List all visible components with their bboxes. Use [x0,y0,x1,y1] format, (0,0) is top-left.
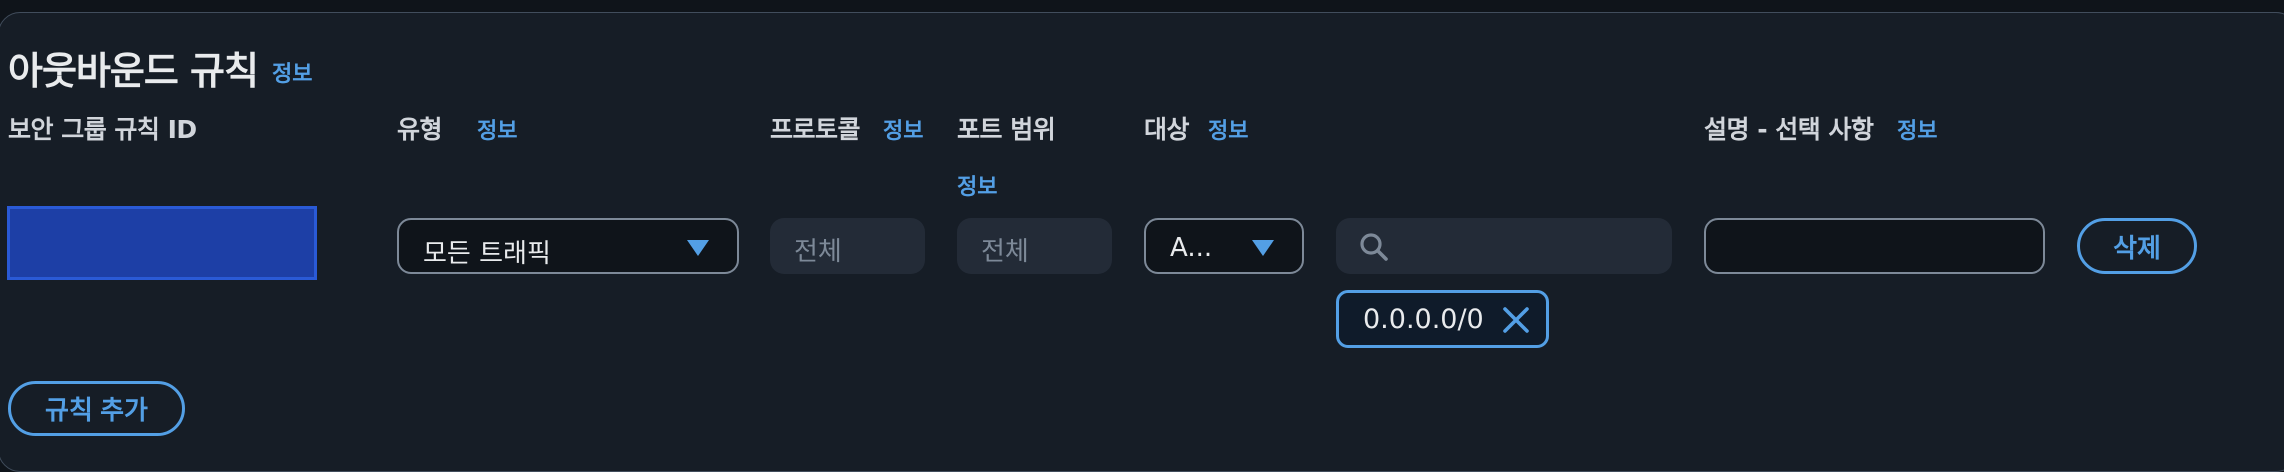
caret-down-icon [1252,240,1274,256]
description-info-link[interactable]: 정보 [1897,113,1937,145]
delete-rule-button[interactable]: 삭제 [2077,218,2197,274]
search-icon [1360,233,1388,261]
add-rule-button[interactable]: 규칙 추가 [8,381,185,436]
port-range-info-link[interactable]: 정보 [957,169,997,201]
description-input[interactable] [1704,218,2045,274]
protocol-value: 전체 [794,237,842,267]
port-range-value: 전체 [981,237,1029,267]
title-info-link[interactable]: 정보 [272,56,312,88]
column-header-type: 유형 [397,115,443,144]
protocol-field: 전체 [770,218,925,274]
protocol-info-link[interactable]: 정보 [883,113,923,145]
column-header-destination: 대상 [1144,115,1190,144]
section-title-text: 아웃바운드 규칙 [8,49,259,93]
column-header-rule-id: 보안 그룹 규칙 ID [8,115,197,144]
type-info-link[interactable]: 정보 [477,113,517,145]
destination-token: 0.0.0.0/0 [1336,290,1549,348]
rule-id-field [7,206,317,280]
destination-type-value: A... [1170,233,1213,263]
column-header-port-range: 포트 범위 [957,115,1056,144]
column-header-protocol: 프로토콜 [770,115,861,144]
caret-down-icon [687,240,709,256]
destination-type-select[interactable]: A... [1144,218,1304,274]
column-header-description: 설명 - 선택 사항 [1704,115,1874,144]
close-icon[interactable] [1502,306,1530,334]
destination-token-label: 0.0.0.0/0 [1363,304,1484,335]
port-range-field: 전체 [957,218,1112,274]
section-title: 아웃바운드 규칙 [8,40,259,95]
type-select-value: 모든 트래픽 [423,239,551,269]
destination-info-link[interactable]: 정보 [1208,113,1248,145]
destination-search-input[interactable] [1336,218,1672,274]
type-select[interactable]: 모든 트래픽 [397,218,739,274]
